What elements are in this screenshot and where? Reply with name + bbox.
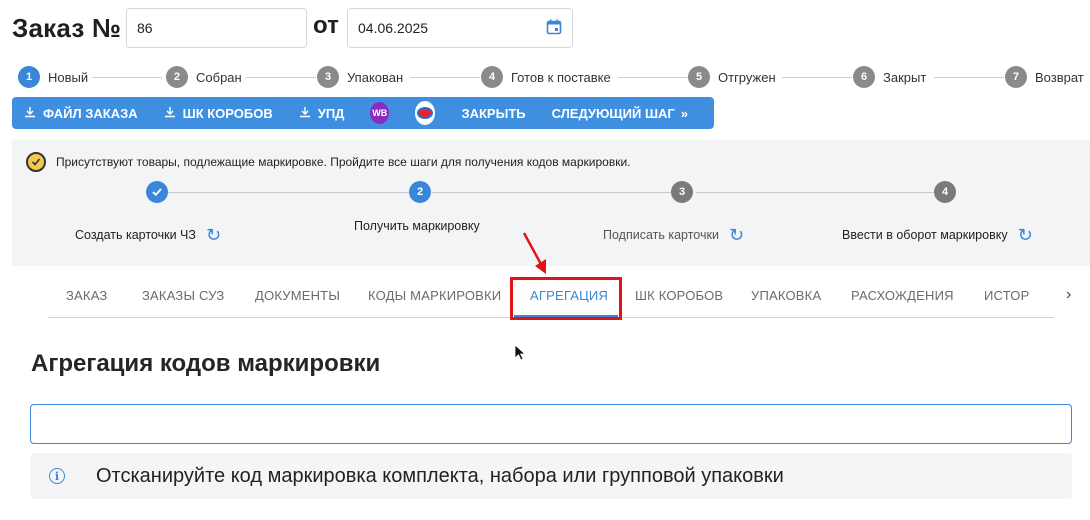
aggregation-heading: Агрегация кодов маркировки xyxy=(31,350,381,377)
scan-info-text: Отсканируйте код маркировка комплекта, н… xyxy=(96,464,784,487)
mouse-cursor-icon xyxy=(514,344,526,361)
scan-info-box: i Отсканируйте код маркировка комплекта,… xyxy=(30,453,1072,499)
info-icon: i xyxy=(49,468,65,484)
scan-code-input[interactable] xyxy=(30,404,1072,444)
